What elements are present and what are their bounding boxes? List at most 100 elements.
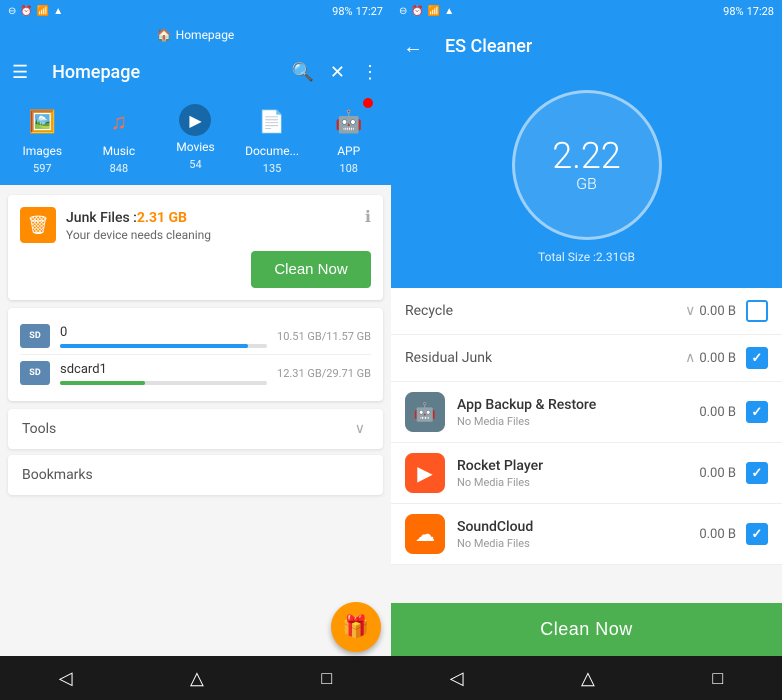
bookmarks-accordion[interactable]: Bookmarks bbox=[8, 455, 383, 495]
back-nav-right[interactable]: ◁ bbox=[430, 660, 484, 697]
close-icon[interactable]: ✕ bbox=[330, 62, 345, 83]
backup-app-info: App Backup & Restore No Media Files bbox=[457, 397, 699, 428]
soundcloud-app-icon: ☁ bbox=[405, 514, 445, 554]
movies-count: 54 bbox=[189, 158, 201, 171]
app-row-backup[interactable]: 🤖 App Backup & Restore No Media Files 0.… bbox=[391, 382, 782, 443]
back-nav-left[interactable]: ◁ bbox=[39, 660, 93, 697]
movies-label: Movies bbox=[176, 140, 215, 154]
category-images[interactable]: 🖼️ Images 597 bbox=[12, 104, 72, 175]
storage-label-1: sdcard1 bbox=[60, 362, 267, 377]
category-music[interactable]: ♫ Music 848 bbox=[89, 104, 149, 175]
info-icon: ℹ bbox=[365, 207, 371, 226]
gauge-area: 2.22 GB Total Size :2.31GB bbox=[391, 70, 782, 288]
left-scroll-area[interactable]: 🗑 Junk Files :2.31 GB Your device needs … bbox=[0, 185, 391, 656]
app-label: APP bbox=[337, 144, 360, 158]
clean-now-button-right[interactable]: Clean Now bbox=[391, 603, 782, 656]
battery-pct-left: 98% bbox=[332, 5, 352, 18]
soundcloud-icon-glyph: ☁ bbox=[415, 522, 435, 546]
battery-left: 98% 17:27 bbox=[332, 5, 383, 18]
nav-bar-right: ← ES Cleaner bbox=[391, 22, 782, 70]
right-panel: ⊖ ⏰ 📶 ▲ 98% 17:28 ← ES Cleaner 2.22 GB T… bbox=[391, 0, 782, 700]
home-nav-left[interactable]: △ bbox=[170, 660, 224, 697]
rocket-app-info: Rocket Player No Media Files bbox=[457, 458, 699, 489]
recent-nav-right[interactable]: □ bbox=[692, 660, 743, 697]
residual-junk-chevron: ∧ bbox=[685, 350, 695, 366]
recycle-chevron: ∨ bbox=[685, 303, 695, 319]
backup-icon-glyph: 🤖 bbox=[414, 402, 436, 423]
storage-bar-bg-0 bbox=[60, 344, 267, 348]
backup-checkbox[interactable] bbox=[746, 401, 768, 423]
search-icon[interactable]: 🔍 bbox=[291, 62, 313, 83]
storage-label-0: 0 bbox=[60, 325, 267, 340]
rocket-checkbox[interactable] bbox=[746, 462, 768, 484]
residual-junk-size: 0.00 B bbox=[699, 351, 736, 366]
time-right: 17:28 bbox=[747, 5, 774, 18]
battery-right: 98% 17:28 bbox=[723, 5, 774, 18]
nav-title-right: ES Cleaner bbox=[433, 22, 544, 70]
rocket-app-name: Rocket Player bbox=[457, 458, 699, 474]
category-movies[interactable]: ▶ Movies 54 bbox=[165, 104, 225, 175]
battery-pct-right: 98% bbox=[723, 5, 743, 18]
junk-size-value: 2.31 GB bbox=[137, 210, 187, 226]
notification-icon: ⊖ bbox=[8, 6, 16, 17]
documents-count: 135 bbox=[263, 162, 282, 175]
wifi-icon-r: 📶 bbox=[428, 6, 440, 17]
gauge-unit: GB bbox=[576, 174, 597, 193]
residual-junk-row[interactable]: Residual Junk ∧ 0.00 B bbox=[391, 335, 782, 382]
storage-item-0: SD 0 10.51 GB/11.57 GB bbox=[20, 318, 371, 354]
home-icon-small: 🏠 bbox=[157, 28, 172, 42]
backup-app-size: 0.00 B bbox=[699, 405, 736, 420]
status-bar-left: ⊖ ⏰ 📶 ▲ 98% 17:27 bbox=[0, 0, 391, 22]
gauge-circle: 2.22 GB bbox=[512, 90, 662, 240]
more-icon[interactable]: ⋮ bbox=[361, 62, 379, 83]
music-count: 848 bbox=[110, 162, 129, 175]
menu-icon[interactable]: ☰ bbox=[12, 62, 28, 83]
storage-bar-fill-0 bbox=[60, 344, 248, 348]
top-bar-left: 🏠 Homepage bbox=[0, 22, 391, 48]
storage-item-1: SD sdcard1 12.31 GB/29.71 GB bbox=[20, 354, 371, 391]
categories-bar: 🖼️ Images 597 ♫ Music 848 ▶ Movies 54 📄 … bbox=[0, 96, 391, 185]
storage-size-0: 10.51 GB/11.57 GB bbox=[277, 330, 371, 343]
movies-icon: ▶ bbox=[179, 104, 211, 136]
status-left-icons: ⊖ ⏰ 📶 ▲ bbox=[8, 6, 63, 17]
nav-title-left: Homepage bbox=[40, 48, 291, 96]
residual-junk-checkbox[interactable] bbox=[746, 347, 768, 369]
residual-junk-label: Residual Junk bbox=[405, 350, 685, 366]
left-content-wrapper: 🗑 Junk Files :2.31 GB Your device needs … bbox=[0, 185, 391, 700]
soundcloud-app-sub: No Media Files bbox=[457, 537, 699, 550]
category-app[interactable]: 🤖 APP 108 bbox=[319, 104, 379, 175]
category-documents[interactable]: 📄 Docume... 135 bbox=[242, 104, 302, 175]
recent-nav-left[interactable]: □ bbox=[301, 660, 352, 697]
storage-bar-bg-1 bbox=[60, 381, 267, 385]
clean-now-button-left[interactable]: Clean Now bbox=[251, 251, 371, 288]
bookmarks-label: Bookmarks bbox=[22, 467, 93, 483]
app-row-soundcloud[interactable]: ☁ SoundCloud No Media Files 0.00 B bbox=[391, 504, 782, 565]
music-icon: ♫ bbox=[101, 104, 137, 140]
gauge-value: 2.22 bbox=[552, 138, 621, 174]
backup-app-icon: 🤖 bbox=[405, 392, 445, 432]
app-row-rocket[interactable]: ▶ Rocket Player No Media Files 0.00 B bbox=[391, 443, 782, 504]
bottom-nav-left: ◁ △ □ bbox=[0, 656, 391, 700]
recycle-row[interactable]: Recycle ∨ 0.00 B bbox=[391, 288, 782, 335]
home-nav-right[interactable]: △ bbox=[561, 660, 615, 697]
recycle-checkbox[interactable] bbox=[746, 300, 768, 322]
fab-button[interactable]: 🎁 bbox=[331, 602, 381, 652]
back-button-right[interactable]: ← bbox=[403, 34, 423, 59]
status-right-icons: ⊖ ⏰ 📶 ▲ bbox=[399, 6, 454, 17]
storage-size-1: 12.31 GB/29.71 GB bbox=[277, 367, 371, 380]
soundcloud-checkbox[interactable] bbox=[746, 523, 768, 545]
clock-icon: ⏰ bbox=[20, 6, 32, 17]
junk-header: 🗑 Junk Files :2.31 GB Your device needs … bbox=[20, 207, 371, 243]
rocket-app-size: 0.00 B bbox=[699, 466, 736, 481]
rocket-app-icon: ▶ bbox=[405, 453, 445, 493]
left-panel: ⊖ ⏰ 📶 ▲ 98% 17:27 🏠 Homepage ☰ Homepage … bbox=[0, 0, 391, 700]
status-bar-right: ⊖ ⏰ 📶 ▲ 98% 17:28 bbox=[391, 0, 782, 22]
recycle-size: 0.00 B bbox=[699, 304, 736, 319]
tools-accordion[interactable]: Tools ∨ bbox=[8, 409, 383, 449]
images-count: 597 bbox=[33, 162, 52, 175]
music-label: Music bbox=[103, 144, 135, 158]
images-label: Images bbox=[22, 144, 62, 158]
storage-bar-fill-1 bbox=[60, 381, 145, 385]
sd-icon-1: SD bbox=[20, 361, 50, 385]
storage-section: SD 0 10.51 GB/11.57 GB SD sdcard1 bbox=[8, 308, 383, 401]
